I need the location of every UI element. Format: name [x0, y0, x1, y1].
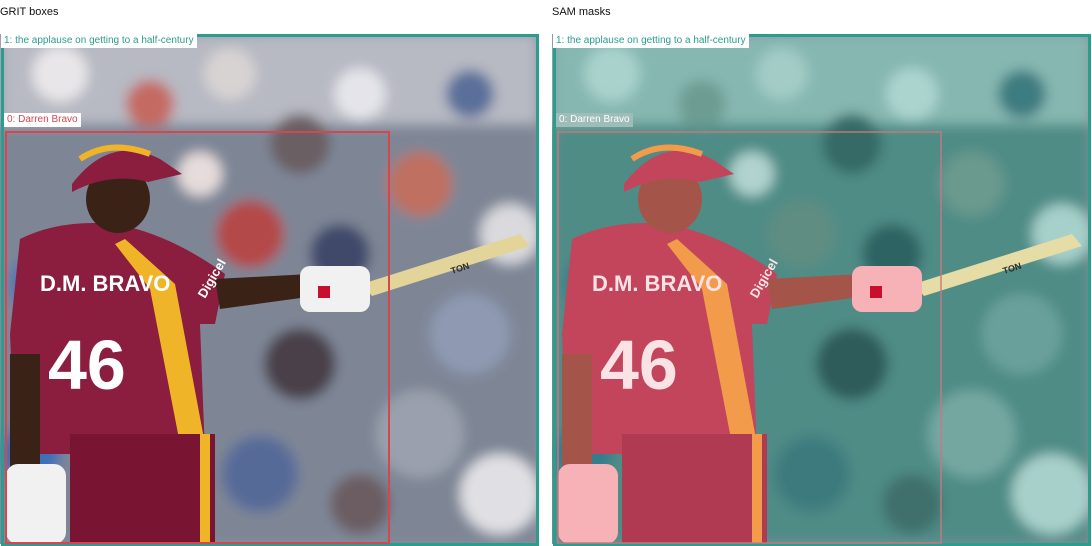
box-label-darren-bravo: 0: Darren Bravo [556, 113, 633, 127]
box-label-darren-bravo: 0: Darren Bravo [4, 113, 81, 127]
panel-title: SAM masks [552, 6, 611, 18]
grit-boxes-panel: GRIT boxes TON D.M. BRAVO 46 Digicel 1: … [0, 0, 540, 546]
sam-box-darren-bravo [557, 131, 942, 544]
grit-box-darren-bravo [5, 131, 390, 544]
sam-masks-panel: SAM masks TON D.M. BRAVO 46 Digicel 1: t… [552, 0, 1092, 546]
box-label-applause: 1: the applause on getting to a half-cen… [553, 34, 749, 48]
panel-title: GRIT boxes [0, 6, 59, 18]
box-label-applause: 1: the applause on getting to a half-cen… [1, 34, 197, 48]
